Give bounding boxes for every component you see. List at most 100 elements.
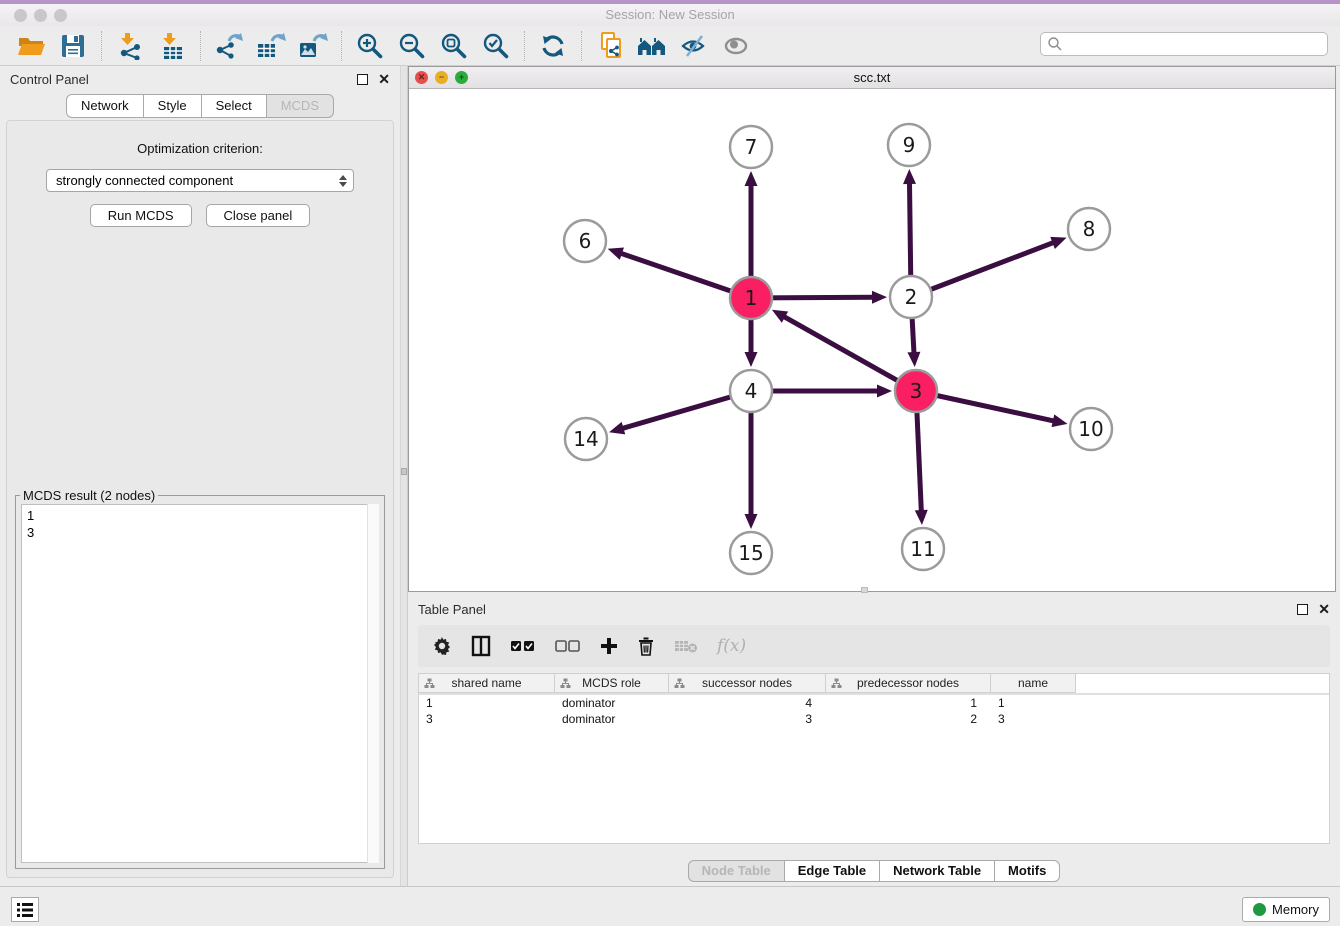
export-table-icon[interactable] [256, 32, 286, 60]
import-table-from-file-icon[interactable] [157, 32, 187, 60]
vertical-splitter[interactable] [400, 66, 408, 886]
graph-node-10[interactable]: 10 [1070, 408, 1112, 450]
horizontal-splitter-grip[interactable] [861, 587, 868, 593]
main-toolbar [0, 26, 1340, 66]
svg-text:9: 9 [903, 133, 916, 157]
column-visibility-icon[interactable] [471, 635, 491, 657]
network-close-button[interactable]: ✕ [415, 71, 428, 84]
zoom-fit-content-icon[interactable] [439, 32, 469, 60]
edge-arrowhead [1052, 414, 1068, 427]
table-panel: Table Panel ✕ f(x) shared nameMCDS roles… [408, 596, 1340, 886]
cell-predecessor-nodes[interactable]: 1 [826, 695, 991, 711]
mcds-result-group: MCDS result (2 nodes) 1 3 [15, 495, 385, 869]
cell-successor-nodes[interactable]: 3 [669, 711, 826, 727]
criterion-select[interactable]: strongly connected component [46, 169, 354, 192]
network-zoom-button[interactable]: + [455, 71, 468, 84]
float-panel-icon[interactable] [357, 74, 368, 85]
network-minimize-button[interactable]: − [435, 71, 448, 84]
window-zoom-button[interactable] [54, 9, 67, 22]
graph-node-9[interactable]: 9 [888, 124, 930, 166]
open-session-icon[interactable] [16, 32, 46, 60]
tab-edge-table[interactable]: Edge Table [785, 860, 880, 882]
vertical-splitter-grip[interactable] [401, 468, 407, 475]
graph-node-4[interactable]: 4 [730, 370, 772, 412]
graph-node-11[interactable]: 11 [902, 528, 944, 570]
table-toolbar: f(x) [418, 625, 1330, 667]
cell-MCDS-role[interactable]: dominator [555, 711, 669, 727]
control-panel-title: Control Panel [10, 72, 357, 87]
cell-MCDS-role[interactable]: dominator [555, 695, 669, 711]
control-panel-tabs: NetworkStyleSelectMCDS [66, 94, 334, 118]
table-row[interactable]: 1dominator411 [419, 695, 1329, 711]
graph-node-14[interactable]: 14 [565, 418, 607, 460]
close-panel-button[interactable]: Close panel [206, 204, 311, 227]
column-header-shared-name[interactable]: shared name [419, 674, 555, 693]
toolbar-separator [200, 31, 201, 61]
eye-icon[interactable] [721, 32, 751, 60]
export-network-icon[interactable] [214, 32, 244, 60]
graph-node-2[interactable]: 2 [890, 276, 932, 318]
memory-button[interactable]: Memory [1242, 897, 1330, 922]
run-mcds-button[interactable]: Run MCDS [90, 204, 192, 227]
close-table-panel-icon[interactable]: ✕ [1318, 604, 1330, 615]
graph-node-15[interactable]: 15 [730, 532, 772, 574]
edge-3-1[interactable] [783, 316, 916, 391]
window-minimize-button[interactable] [34, 9, 47, 22]
task-history-button[interactable] [11, 897, 39, 922]
network-graph: 7 9 6 8 1 2 4 3 14 10 15 11 [409, 89, 1335, 591]
close-panel-icon[interactable]: ✕ [378, 74, 390, 85]
control-panel-header: Control Panel ✕ [0, 66, 400, 92]
tab-select[interactable]: Select [202, 94, 267, 118]
float-table-panel-icon[interactable] [1297, 604, 1308, 615]
node-table[interactable]: shared nameMCDS rolesuccessor nodesprede… [418, 673, 1330, 844]
graph-node-3[interactable]: 3 [895, 370, 937, 412]
select-all-columns-icon[interactable] [510, 640, 536, 652]
cell-predecessor-nodes[interactable]: 2 [826, 711, 991, 727]
result-scrollbar[interactable] [367, 504, 379, 863]
settings-gear-icon[interactable] [432, 636, 452, 656]
cell-name[interactable]: 3 [991, 711, 1076, 727]
table-row[interactable]: 3dominator323 [419, 711, 1329, 727]
cell-shared-name[interactable]: 3 [419, 711, 555, 727]
table-tabs: Node TableEdge TableNetwork TableMotifs [408, 860, 1340, 882]
cell-name[interactable]: 1 [991, 695, 1076, 711]
cell-shared-name[interactable]: 1 [419, 695, 555, 711]
column-header-name[interactable]: name [991, 674, 1076, 693]
column-header-predecessor-nodes[interactable]: predecessor nodes [826, 674, 991, 693]
select-stepper-icon [339, 175, 349, 187]
tab-mcds[interactable]: MCDS [267, 94, 334, 118]
duplicate-network-icon[interactable] [595, 32, 625, 60]
add-column-icon[interactable] [600, 637, 618, 655]
graph-node-1[interactable]: 1 [730, 277, 772, 319]
save-session-icon[interactable] [58, 32, 88, 60]
export-image-icon[interactable] [298, 32, 328, 60]
zoom-out-icon[interactable] [397, 32, 427, 60]
graph-node-7[interactable]: 7 [730, 126, 772, 168]
import-network-from-file-icon[interactable] [115, 32, 145, 60]
deselect-all-columns-icon[interactable] [555, 640, 581, 652]
tab-node-table[interactable]: Node Table [688, 860, 785, 882]
search-box[interactable] [1040, 32, 1328, 56]
zoom-in-icon[interactable] [355, 32, 385, 60]
zoom-selected-region-icon[interactable] [481, 32, 511, 60]
svg-text:4: 4 [745, 379, 758, 403]
search-input[interactable] [1063, 37, 1327, 52]
tab-style[interactable]: Style [144, 94, 202, 118]
window-close-button[interactable] [14, 9, 27, 22]
tab-network[interactable]: Network [66, 94, 144, 118]
edge-2-8[interactable] [911, 242, 1054, 297]
graph-node-8[interactable]: 8 [1068, 208, 1110, 250]
delete-column-icon[interactable] [637, 636, 655, 656]
tab-motifs[interactable]: Motifs [995, 860, 1060, 882]
graph-node-6[interactable]: 6 [564, 220, 606, 262]
refresh-icon[interactable] [538, 32, 568, 60]
home-icon[interactable] [637, 32, 667, 60]
eye-slash-icon[interactable] [679, 32, 709, 60]
svg-text:2: 2 [905, 285, 918, 309]
network-canvas[interactable]: 7 9 6 8 1 2 4 3 14 10 15 11 [409, 89, 1335, 591]
tab-network-table[interactable]: Network Table [880, 860, 995, 882]
cell-successor-nodes[interactable]: 4 [669, 695, 826, 711]
column-header-MCDS-role[interactable]: MCDS role [555, 674, 669, 693]
mcds-result-list[interactable]: 1 3 [21, 504, 379, 863]
column-header-successor-nodes[interactable]: successor nodes [669, 674, 826, 693]
